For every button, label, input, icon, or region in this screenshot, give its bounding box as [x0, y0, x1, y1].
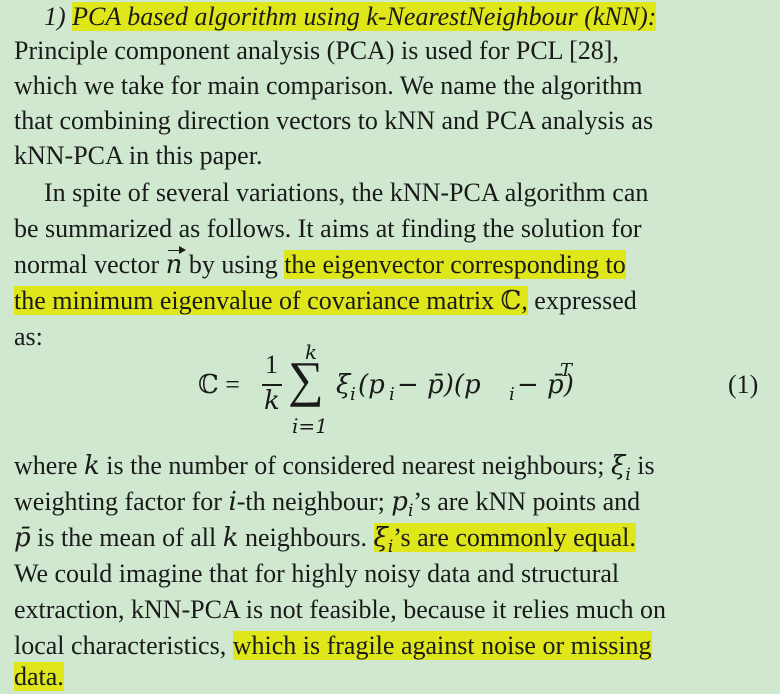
paragraph-1-line-4: kNN-PCA in this paper.	[14, 141, 263, 170]
text-mean-of-all: is the mean of all	[37, 523, 217, 552]
highlight-commonly-equal: ξi’s are commonly equal.	[373, 523, 636, 557]
text-commonly-equal: ’s are commonly equal.	[393, 523, 636, 552]
equation-sum-lower: i=1	[292, 414, 328, 438]
equation-xi-subscript: i	[350, 384, 356, 405]
section-number: 1)	[44, 2, 66, 31]
text-by-using: by using	[188, 250, 278, 279]
paragraph-3-line-3: p̄ is the mean of all k neighbours. ξi’s…	[14, 521, 636, 557]
text-where: where	[14, 451, 78, 480]
text-neighbours: neighbours.	[244, 523, 368, 552]
equation-term-1: (p	[358, 370, 385, 400]
paragraph-1-line-3: that combining direction vectors to kNN …	[14, 106, 654, 135]
section-title: PCA based algorithm using k-NearestNeigh…	[72, 2, 657, 31]
equation-p-subscript-2: i	[509, 384, 515, 405]
equation-fraction-denominator: k	[264, 386, 280, 416]
equation-sigma: ∑	[288, 351, 324, 407]
text-number-of-neighbours: is the number of considered nearest neig…	[106, 451, 605, 480]
paragraph-1-line-2: which we take for main comparison. We na…	[14, 71, 643, 100]
equation-term-2: − p̄)(p	[397, 370, 481, 400]
equation-transpose: T	[560, 360, 573, 381]
symbol-i: i	[228, 487, 237, 517]
text-expressed: expressed	[534, 286, 637, 315]
text-local-characteristics: local characteristics,	[14, 631, 227, 660]
text-weighting-factor: weighting factor for	[14, 487, 222, 516]
paragraph-3-line-6: local characteristics, which is fragile …	[14, 629, 652, 663]
symbol-p: p	[391, 487, 408, 517]
paragraph-2-line-2: be summarized as follows. It aims at fin…	[14, 214, 642, 243]
paragraph-3-line-1: where k is the number of considered near…	[14, 449, 655, 486]
highlight-fragile: which is fragile against noise or missin…	[232, 631, 652, 660]
highlight-eigenvector: the eigenvector corresponding to	[284, 250, 626, 279]
paragraph-1-line-1: Principle component analysis (PCA) is us…	[14, 36, 619, 65]
text-th-neighbour: -th neighbour;	[236, 487, 385, 516]
section-heading: 1) PCA based algorithm using k-NearestNe…	[44, 0, 657, 34]
paragraph-3-line-5: extraction, kNN-PCA is not feasible, bec…	[14, 595, 667, 624]
paragraph-3-line-4: We could imagine that for highly noisy d…	[14, 559, 620, 588]
equation-fraction-numerator: 1	[265, 350, 278, 379]
symbol-xi-subscript: i	[625, 465, 631, 486]
paper-page: 1) PCA based algorithm using k-NearestNe…	[0, 0, 780, 694]
equation-p-subscript-1: i	[389, 384, 395, 405]
paragraph-3-line-7: data.	[14, 660, 64, 694]
text-normal-vector: normal vector	[14, 250, 160, 279]
paragraph-2-line-3: normal vector n by using the eigenvector…	[14, 246, 626, 282]
symbol-k-2: k	[222, 523, 239, 553]
symbol-pbar: p̄	[14, 523, 31, 553]
equation-lhs: ℂ =	[198, 370, 240, 399]
text-is: is	[637, 451, 655, 480]
paragraph-2-line-1: In spite of several variations, the kNN-…	[44, 178, 649, 207]
equation-1: ℂ = 1 k k ∑ i=1 ξ i (p i − p̄)(p i − p̄)…	[0, 340, 780, 440]
symbol-xi-2: ξ	[373, 523, 388, 553]
text-knn-points: ’s are kNN points and	[413, 487, 641, 516]
symbol-k: k	[84, 451, 100, 481]
equation-xi: ξ	[336, 370, 351, 400]
highlight-data: data.	[14, 662, 64, 691]
symbol-xi: ξ	[610, 451, 626, 481]
highlight-min-eigenvalue: the minimum eigenvalue of covariance mat…	[14, 286, 528, 315]
paragraph-3-line-2: weighting factor for i-th neighbour; pi’…	[14, 485, 641, 521]
equation-number: (1)	[728, 370, 759, 399]
normal-vector-symbol: n	[165, 246, 187, 280]
paragraph-2-line-4: the minimum eigenvalue of covariance mat…	[14, 284, 637, 318]
